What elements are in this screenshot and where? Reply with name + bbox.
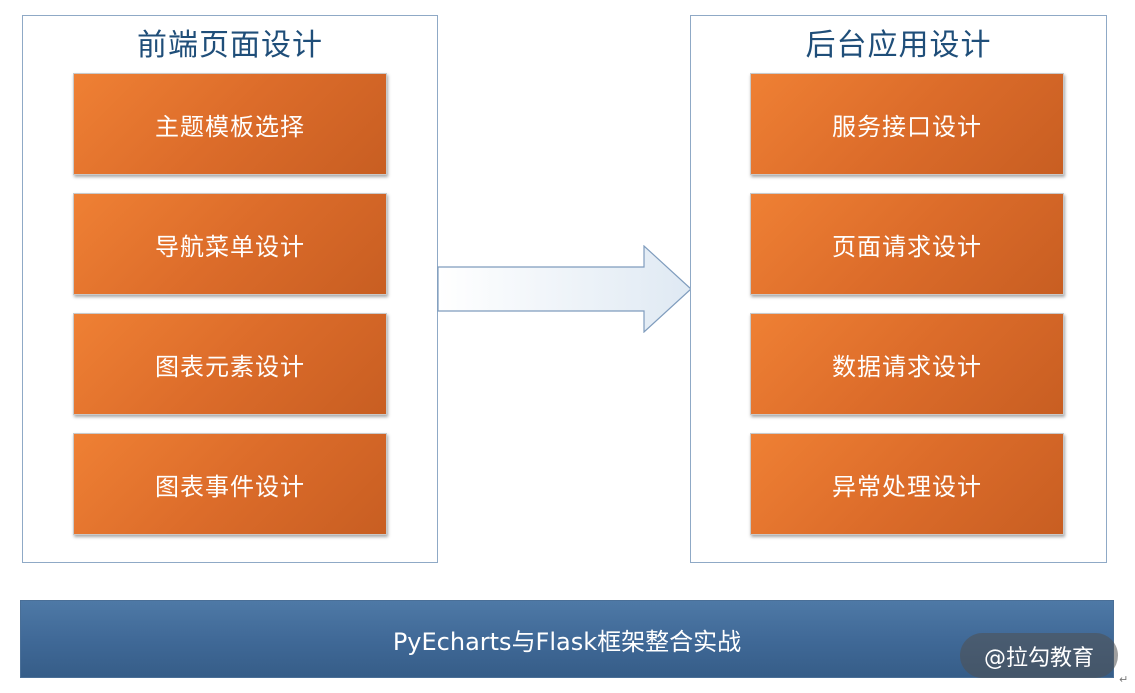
- paragraph-mark-icon: ↵: [1119, 673, 1129, 686]
- backend-panel: 后台应用设计 服务接口设计 页面请求设计 数据请求设计 异常处理设计: [690, 15, 1107, 563]
- backend-item-data-request: 数据请求设计: [750, 313, 1064, 415]
- backend-panel-title: 后台应用设计: [805, 28, 992, 63]
- frontend-item-chart-elements: 图表元素设计: [73, 313, 387, 415]
- frontend-item-chart-events: 图表事件设计: [73, 433, 387, 535]
- backend-item-service-interface: 服务接口设计: [750, 73, 1064, 175]
- watermark-badge: @拉勾教育: [960, 633, 1118, 678]
- frontend-item-nav-menu: 导航菜单设计: [73, 193, 387, 295]
- frontend-panel-title: 前端页面设计: [137, 28, 323, 63]
- frontend-item-theme-template: 主题模板选择: [73, 73, 387, 175]
- integration-bar: PyEcharts与Flask框架整合实战: [20, 600, 1114, 678]
- frontend-panel: 前端页面设计 主题模板选择 导航菜单设计 图表元素设计 图表事件设计: [22, 15, 438, 563]
- backend-item-page-request: 页面请求设计: [750, 193, 1064, 295]
- right-arrow-icon: [437, 245, 692, 333]
- backend-item-exception-handling: 异常处理设计: [750, 433, 1064, 535]
